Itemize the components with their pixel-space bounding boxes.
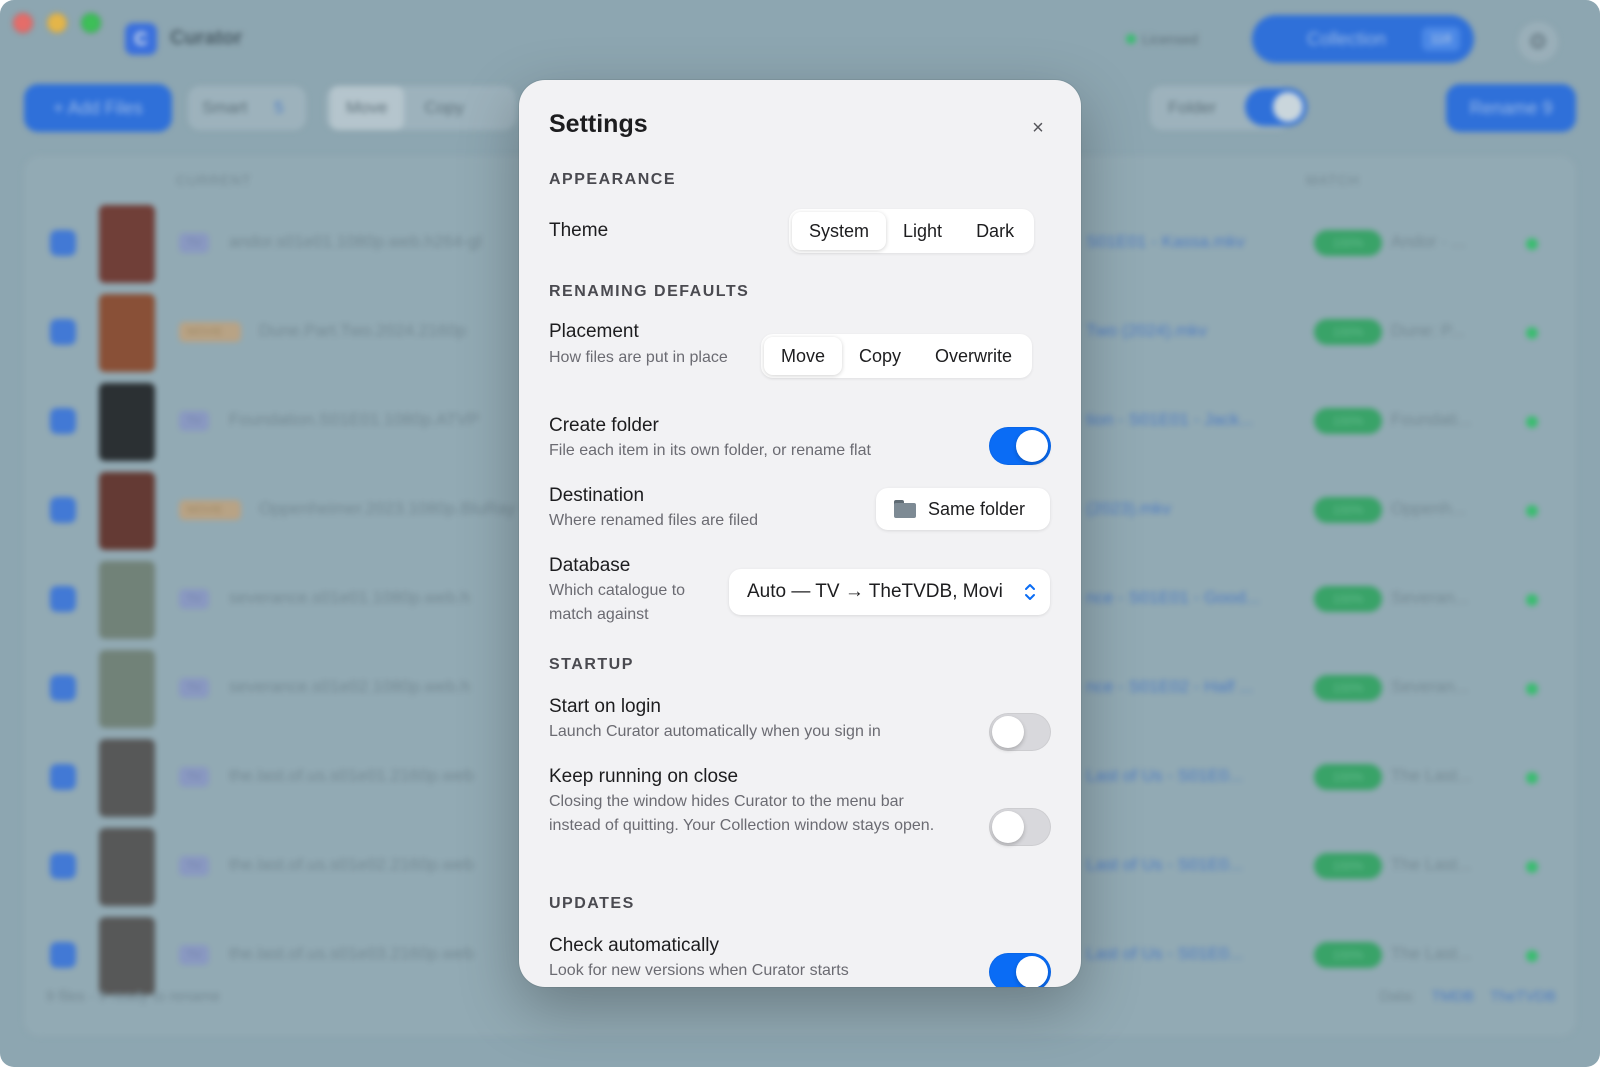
- section-startup: STARTUP: [549, 656, 634, 673]
- placement-desc: How files are put in place: [549, 349, 728, 366]
- close-icon[interactable]: ×: [1026, 116, 1050, 140]
- keep-running-label: Keep running on close: [549, 766, 739, 787]
- theme-option-light[interactable]: Light: [886, 212, 959, 250]
- section-renaming-defaults: RENAMING DEFAULTS: [549, 283, 750, 300]
- create-folder-label: Create folder: [549, 415, 659, 436]
- destination-label: Destination: [549, 485, 645, 506]
- folder-icon: [894, 500, 916, 518]
- create-folder-toggle[interactable]: [989, 427, 1051, 465]
- theme-segmented-control: System Light Dark: [789, 209, 1035, 253]
- toggle-knob: [1016, 956, 1048, 987]
- keep-running-toggle[interactable]: [989, 808, 1051, 846]
- database-select[interactable]: Auto — TV → TheTVDB, Movies → TMDB: [729, 569, 1050, 615]
- theme-label: Theme: [549, 220, 609, 241]
- placement-option-copy[interactable]: Copy: [842, 337, 918, 375]
- destination-value: Same folder: [928, 499, 1026, 519]
- database-desc: Which catalogue to match against: [549, 582, 686, 623]
- section-appearance: APPEARANCE: [549, 171, 677, 188]
- database-label: Database: [549, 555, 631, 576]
- check-automatically-desc: Look for new versions when Curator start…: [549, 962, 849, 979]
- section-updates: UPDATES: [549, 895, 635, 912]
- placement-option-overwrite[interactable]: Overwrite: [918, 337, 1029, 375]
- toggle-knob: [1016, 430, 1048, 462]
- toggle-knob: [992, 716, 1024, 748]
- toggle-knob: [992, 811, 1024, 843]
- placement-option-move[interactable]: Move: [764, 337, 843, 375]
- theme-option-dark[interactable]: Dark: [959, 212, 1031, 250]
- placement-label: Placement: [549, 321, 639, 342]
- theme-option-system[interactable]: System: [792, 212, 887, 250]
- keep-running-desc: Closing the window hides Curator to the …: [549, 793, 935, 834]
- app-window: C Curator Licensed Collection 118 ⚙ + Ad…: [0, 0, 1600, 1067]
- destination-desc: Where renamed files are filed: [549, 512, 758, 529]
- chevron-updown-icon: [1024, 581, 1036, 603]
- start-on-login-desc: Launch Curator automatically when you si…: [549, 723, 881, 740]
- database-value: Auto — TV → TheTVDB, Movies → TMDB: [747, 581, 1002, 602]
- destination-button[interactable]: Same folder: [876, 488, 1050, 530]
- settings-title: Settings: [549, 110, 648, 138]
- create-folder-desc: File each item in its own folder, or ren…: [549, 442, 871, 459]
- settings-sheet: Settings × APPEARANCE Theme System Light…: [519, 80, 1081, 987]
- check-automatically-toggle[interactable]: [989, 953, 1051, 987]
- placement-segmented-control: Move Copy Overwrite: [761, 334, 1033, 378]
- check-automatically-label: Check automatically: [549, 935, 720, 956]
- start-on-login-label: Start on login: [549, 696, 661, 717]
- start-on-login-toggle[interactable]: [989, 713, 1051, 751]
